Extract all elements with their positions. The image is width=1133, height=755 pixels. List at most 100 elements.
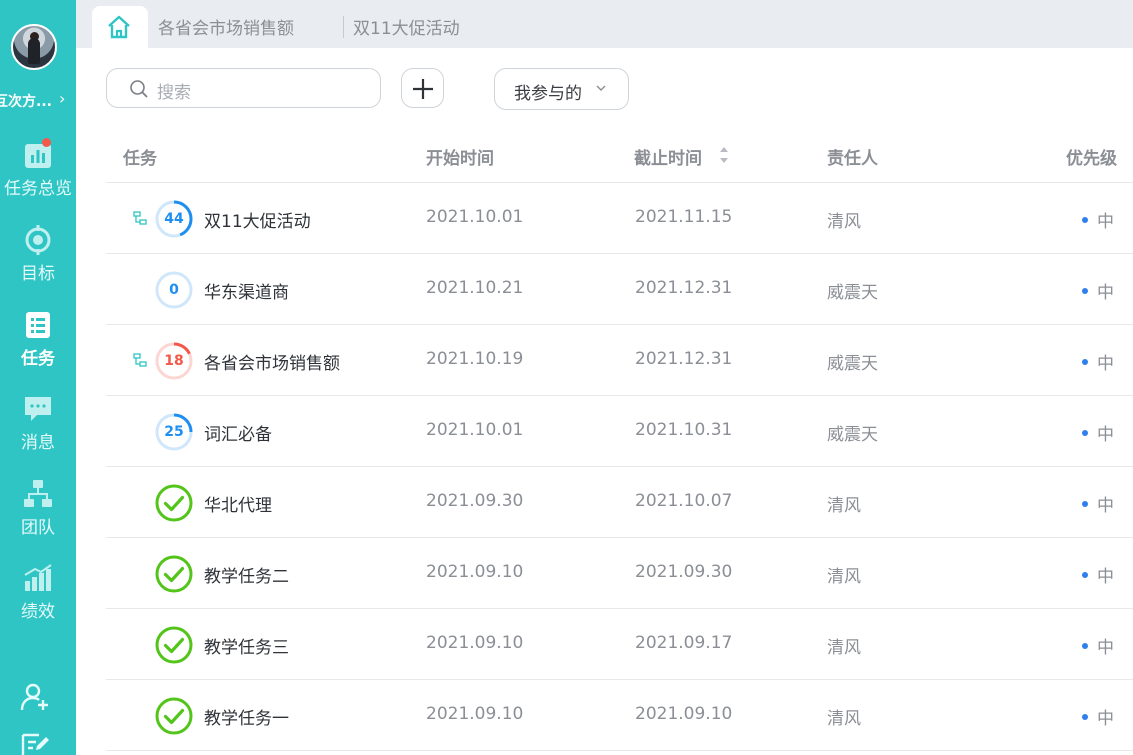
subtask-tree-icon[interactable] — [133, 211, 147, 225]
priority-dot — [1082, 288, 1088, 294]
org-name: 互次方... — [0, 94, 52, 110]
priority-label: 中 — [1097, 354, 1114, 374]
owner: 清风 — [827, 212, 861, 232]
table-row[interactable]: 44 双11大促活动 2021.10.01 2021.11.15 清风 中 — [106, 183, 1133, 254]
sidebar-item-label: 绩效 — [21, 602, 55, 622]
owner: 清风 — [827, 496, 861, 516]
priority[interactable]: 中 — [1082, 420, 1114, 445]
completed-check-icon — [155, 697, 193, 735]
message-icon — [25, 397, 51, 421]
performance-icon — [24, 564, 52, 591]
owner: 威震天 — [827, 354, 878, 374]
priority[interactable]: 中 — [1082, 633, 1114, 658]
table-row[interactable]: 25 词汇必备 2021.10.01 2021.10.31 威震天 中 — [106, 396, 1133, 467]
end-date: 2021.11.15 — [635, 207, 733, 227]
priority-label: 中 — [1097, 567, 1114, 587]
start-date: 2021.09.10 — [426, 633, 524, 653]
sidebar-item-goals[interactable]: 目标 — [0, 225, 76, 284]
priority-dot — [1082, 643, 1088, 649]
task-name[interactable]: 教学任务一 — [204, 704, 289, 729]
priority-label: 中 — [1097, 283, 1114, 303]
completed-check-icon — [155, 484, 193, 522]
table-row[interactable]: 教学任务三 2021.09.10 2021.09.17 清风 中 — [106, 609, 1133, 680]
progress-value: 0 — [169, 282, 179, 298]
sort-icon[interactable] — [718, 144, 730, 166]
col-task: 任务 — [123, 149, 157, 169]
progress-value: 44 — [164, 211, 184, 227]
filter-label: 我参与的 — [514, 84, 582, 104]
avatar[interactable] — [11, 24, 57, 70]
priority-dot — [1082, 359, 1088, 365]
priority-label: 中 — [1097, 212, 1114, 232]
task-name[interactable]: 词汇必备 — [204, 420, 272, 445]
start-date: 2021.09.30 — [426, 491, 524, 511]
org-switcher[interactable]: 互次方... › — [0, 89, 76, 111]
table-row[interactable]: 0 华东渠道商 2021.10.21 2021.12.31 威震天 中 — [106, 254, 1133, 325]
tab-bar: 各省会市场销售额 双11大促活动 — [76, 0, 1133, 48]
table-row[interactable]: 教学任务二 2021.09.10 2021.09.30 清风 中 — [106, 538, 1133, 609]
add-member-icon[interactable] — [20, 682, 50, 712]
search-placeholder: 搜索 — [157, 83, 191, 103]
table-row[interactable]: 18 各省会市场销售额 2021.10.19 2021.12.31 威震天 中 — [106, 325, 1133, 396]
task-name[interactable]: 教学任务二 — [204, 562, 289, 587]
sidebar: 互次方... › 任务总览 目标 任务 消息 团队 绩效 — [0, 0, 76, 755]
priority-label: 中 — [1097, 638, 1114, 658]
edit-icon[interactable] — [20, 733, 50, 755]
completed-check-icon — [155, 555, 193, 593]
filter-dropdown[interactable]: 我参与的 — [494, 68, 629, 110]
priority[interactable]: 中 — [1082, 562, 1114, 587]
priority[interactable]: 中 — [1082, 278, 1114, 303]
task-name[interactable]: 教学任务三 — [204, 633, 289, 658]
priority-dot — [1082, 572, 1088, 578]
task-list-icon — [26, 312, 50, 338]
priority-label: 中 — [1097, 425, 1114, 445]
tab-home[interactable] — [92, 6, 148, 48]
sidebar-item-label: 消息 — [21, 433, 55, 453]
priority-label: 中 — [1097, 496, 1114, 516]
task-name[interactable]: 各省会市场销售额 — [204, 349, 340, 374]
end-date: 2021.12.31 — [635, 349, 733, 369]
table-row[interactable]: 华北代理 2021.09.30 2021.10.07 清风 中 — [106, 467, 1133, 538]
end-date: 2021.10.31 — [635, 420, 733, 440]
plus-icon — [413, 79, 433, 99]
priority[interactable]: 中 — [1082, 491, 1114, 516]
owner: 清风 — [827, 709, 861, 729]
owner: 威震天 — [827, 283, 878, 303]
col-owner: 责任人 — [827, 149, 878, 169]
start-date: 2021.10.21 — [426, 278, 524, 298]
priority[interactable]: 中 — [1082, 349, 1114, 374]
sidebar-item-team[interactable]: 团队 — [0, 479, 76, 538]
progress-value: 18 — [164, 353, 184, 369]
start-date: 2021.10.01 — [426, 420, 524, 440]
tab-double11[interactable]: 双11大促活动 — [353, 14, 460, 39]
search-input[interactable]: 搜索 — [106, 68, 381, 108]
home-icon — [108, 15, 130, 39]
priority-dot — [1082, 217, 1088, 223]
task-name[interactable]: 华北代理 — [204, 491, 272, 516]
notification-badge — [42, 138, 51, 147]
team-icon — [24, 480, 52, 507]
completed-check-icon — [155, 626, 193, 664]
task-name[interactable]: 双11大促活动 — [204, 207, 311, 232]
priority-label: 中 — [1097, 709, 1114, 729]
priority-dot — [1082, 714, 1088, 720]
owner: 清风 — [827, 567, 861, 587]
priority[interactable]: 中 — [1082, 704, 1114, 729]
end-date: 2021.09.30 — [635, 562, 733, 582]
start-date: 2021.10.01 — [426, 207, 524, 227]
subtask-tree-icon[interactable] — [133, 353, 147, 367]
col-end[interactable]: 截止时间 — [634, 144, 702, 169]
task-name[interactable]: 华东渠道商 — [204, 278, 289, 303]
sidebar-item-overview[interactable]: 任务总览 — [0, 140, 76, 199]
sidebar-item-messages[interactable]: 消息 — [0, 394, 76, 453]
tab-provincial-sales[interactable]: 各省会市场销售额 — [158, 14, 294, 39]
table-row[interactable]: 教学任务一 2021.09.10 2021.09.10 清风 中 — [106, 680, 1133, 751]
progress-value: 25 — [164, 424, 184, 440]
col-priority: 优先级 — [1066, 149, 1117, 169]
sidebar-item-tasks[interactable]: 任务 — [0, 310, 76, 369]
owner: 威震天 — [827, 425, 878, 445]
end-date: 2021.12.31 — [635, 278, 733, 298]
sidebar-item-performance[interactable]: 绩效 — [0, 563, 76, 622]
priority[interactable]: 中 — [1082, 207, 1114, 232]
add-task-button[interactable] — [401, 68, 444, 108]
